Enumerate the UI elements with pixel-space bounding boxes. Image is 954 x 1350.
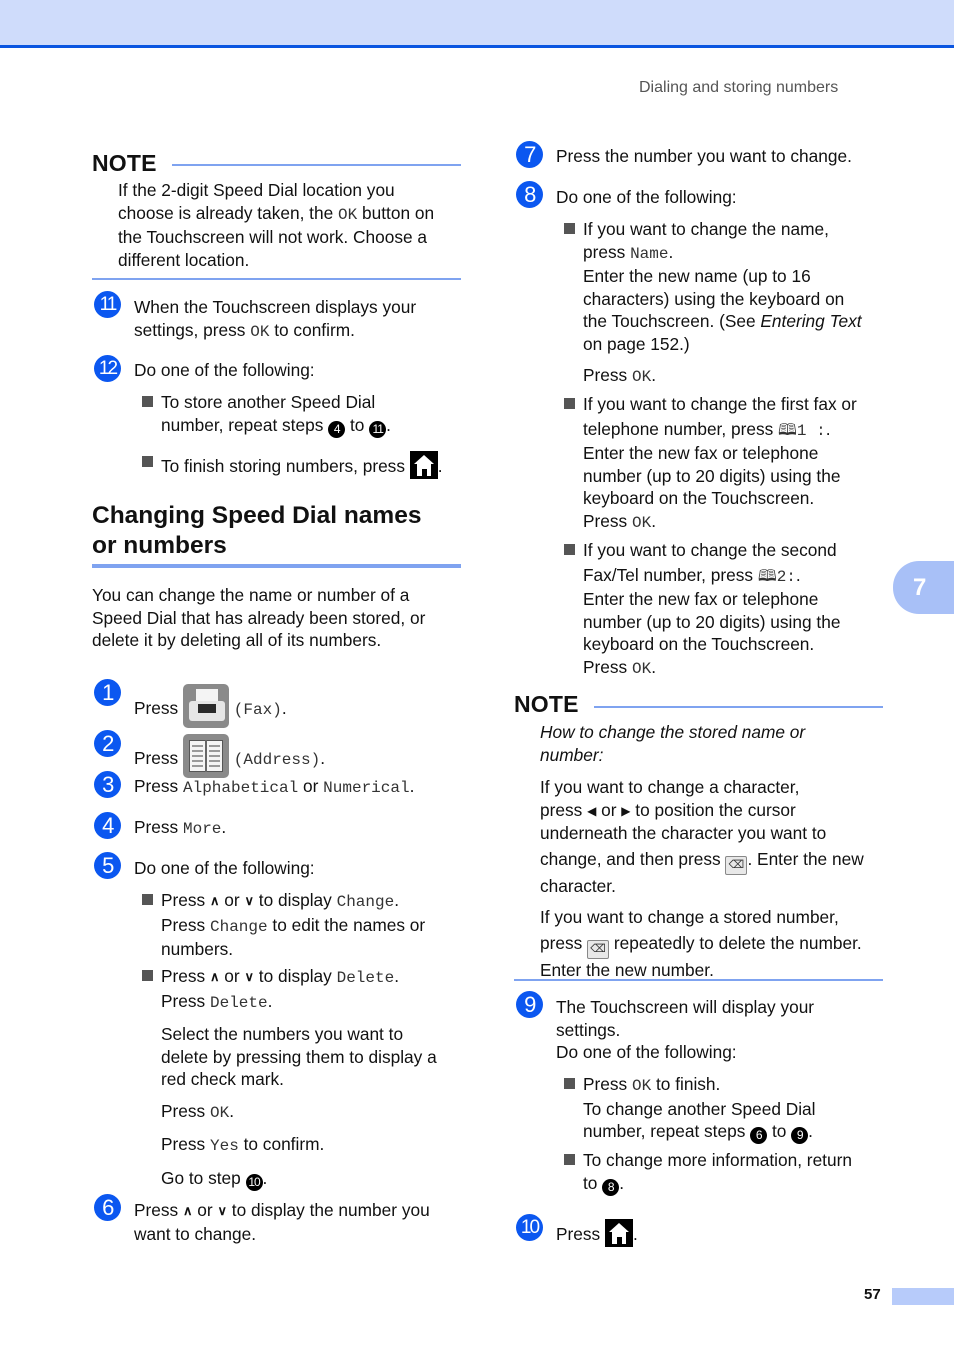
entering-text-link[interactable]: Entering Text [760,311,861,331]
step-ref-9[interactable]: 9 [791,1127,809,1144]
bullet-icon [564,223,575,234]
step-badge-8: 8 [516,181,543,208]
step-12-bullet-1: To store another Speed Dial number, repe… [161,392,391,438]
left-arrow-icon: ◀ [587,803,597,818]
step-badge-11: 11 [94,291,121,318]
backspace-icon: ⌫ [725,855,748,875]
step-badge-1: 1 [94,679,121,706]
section-intro: You can change the name or number of a S… [92,585,426,650]
note-body: How to change the stored name or number:… [540,722,864,980]
step-12-bullet-2: To finish storing numbers, press . [161,451,443,479]
chevron-down-icon: ∨ [244,893,254,908]
note-rule-top [594,706,883,708]
note-rule-bottom [92,278,461,280]
bullet-icon [142,396,153,407]
step-badge-4: 4 [94,812,121,839]
bullet-icon [564,1154,575,1165]
step-badge-5: 5 [94,852,121,879]
section-rule [92,564,461,568]
address-book-icon: 🕮 [778,421,797,440]
step-badge-6: 6 [94,1194,121,1221]
chevron-up-icon: ∧ [209,893,220,908]
step-8-bullet-name: If you want to change the name, press Na… [583,219,862,386]
step-ref-11[interactable]: 11 [369,420,387,438]
chapter-tab[interactable]: 7 [893,561,954,614]
step-ref-10[interactable]: 10 [245,1173,263,1191]
step-badge-7: 7 [516,141,543,168]
step-7-text: Press the number you want to change. [556,146,852,166]
home-icon [604,1219,633,1247]
bullet-icon [564,1078,575,1089]
backspace-icon: ⌫ [587,939,610,959]
step-badge-12: 12 [94,355,121,382]
page-bar [892,1288,954,1305]
section-heading: Changing Speed Dial names or numbers [92,502,422,559]
step-8-text: Do one of the following: [556,187,737,207]
bullet-icon [564,544,575,555]
step-2-text: Press (Address). [134,734,325,778]
fax-icon [182,684,229,728]
note-title: NOTE [514,691,579,717]
note-rule-top [172,164,461,166]
step-9-text: The Touchscreen will display your settin… [556,997,815,1062]
bullet-icon [142,970,153,981]
address-book-icon [182,734,229,778]
page-number: 57 [864,1286,881,1303]
bullet-icon [142,456,153,467]
step-ref-4[interactable]: 4 [328,420,346,438]
step-11-text: When the Touchscreen displays your setti… [134,297,417,341]
step-5-bullet-change: Press ∧ or ∨ to display Change. Press Ch… [161,890,426,959]
note-title: NOTE [92,150,157,176]
chevron-up-icon: ∧ [182,1203,193,1218]
address-book-icon: 🕮 [757,567,777,586]
step-10-text: Press . [556,1219,638,1247]
step-badge-9: 9 [516,991,543,1018]
step-3-text: Press Alphabetical or Numerical. [134,776,415,797]
chevron-up-icon: ∧ [209,969,220,984]
step-5-text: Do one of the following: [134,858,315,878]
header-band [0,0,954,48]
step-1-text: Press (Fax). [134,684,287,728]
step-ref-6[interactable]: 6 [750,1127,768,1144]
step-8-bullet-fax2: If you want to change the second Fax/Tel… [583,540,841,678]
bullet-icon [142,894,153,905]
step-6-text: Press ∧ or ∨ to display the number you w… [134,1200,430,1244]
right-arrow-icon: ▶ [621,803,631,818]
step-badge-3: 3 [94,771,121,798]
step-8-bullet-fax1: If you want to change the first fax or t… [583,394,857,532]
running-head: Dialing and storing numbers [639,79,839,96]
step-4-text: Press More. [134,817,227,838]
step-5-bullet-delete: Press ∧ or ∨ to display Delete. Press De… [161,966,437,1191]
step-9-bullet-more: To change more information, return to 8. [583,1150,852,1196]
step-ref-8[interactable]: 8 [602,1178,620,1196]
home-icon [409,451,438,479]
step-badge-2: 2 [94,730,121,757]
chevron-down-icon: ∨ [244,969,254,984]
bullet-icon [564,398,575,409]
step-12-text: Do one of the following: [134,360,315,380]
step-9-bullet-finish: Press OK to finish. To change another Sp… [583,1074,816,1144]
note-body: If the 2-digit Speed Dial location you c… [118,180,435,270]
chevron-down-icon: ∨ [217,1203,227,1218]
step-badge-10: 10 [516,1214,543,1241]
note-rule-bottom [514,979,883,981]
